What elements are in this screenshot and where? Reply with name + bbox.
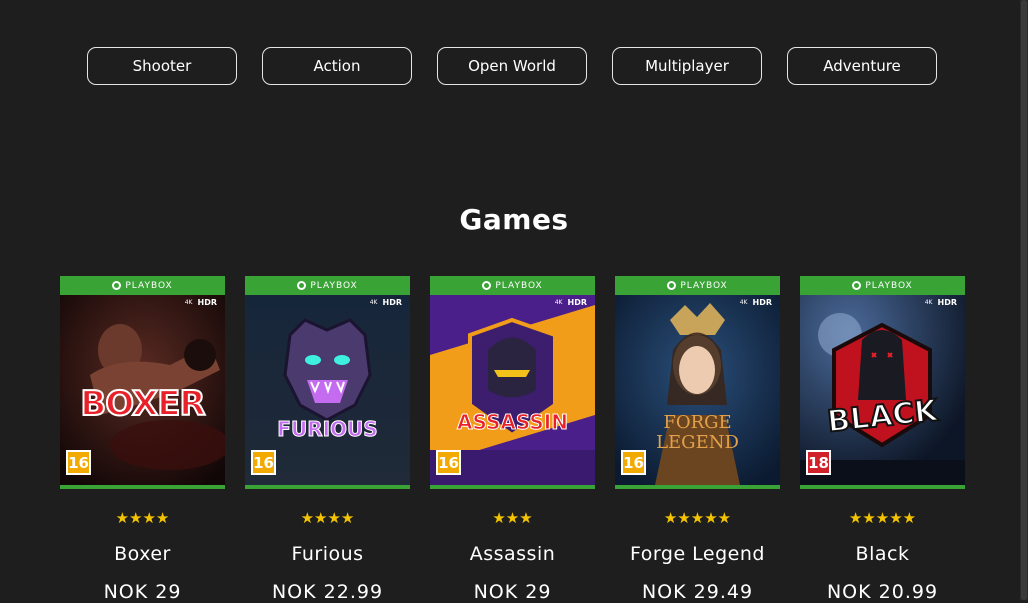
badge-hdr: HDR (752, 298, 773, 307)
game-title[interactable]: Forge Legend (630, 543, 765, 565)
badge-hdr: HDR (382, 298, 403, 307)
platform-label: PLAYBOX (495, 280, 543, 291)
badge-hdr: HDR (937, 298, 958, 307)
platform-logo-icon (482, 281, 492, 290)
badge-hdr: HDR (197, 298, 218, 307)
category-open-world-button[interactable]: Open World (437, 47, 587, 85)
category-multiplayer-button[interactable]: Multiplayer (612, 47, 762, 85)
category-adventure-button[interactable]: Adventure (787, 47, 937, 85)
platform-banner: PLAYBOX (800, 276, 965, 295)
game-title[interactable]: Boxer (114, 543, 171, 565)
platform-logo-icon (852, 281, 862, 290)
cover-title: FURIOUS (277, 417, 378, 442)
age-rating-badge: 16 (621, 450, 646, 475)
platform-banner: PLAYBOX (245, 276, 410, 295)
category-action-button[interactable]: Action (262, 47, 412, 85)
age-rating-badge: 16 (436, 450, 461, 475)
cover-badges: 4K HDR (185, 298, 217, 307)
category-shooter-button[interactable]: Shooter (87, 47, 237, 85)
cover-badges: 4K HDR (925, 298, 957, 307)
rating-stars: ★★★★ (300, 509, 355, 527)
badge-4k: 4K (924, 299, 933, 306)
game-cover[interactable]: PLAYBOX 4K HDR FURIOUS 16 (245, 276, 410, 489)
platform-banner: PLAYBOX (430, 276, 595, 295)
rating-stars: ★★★ (492, 509, 533, 527)
section-title: Games (459, 203, 569, 236)
game-card-black[interactable]: PLAYBOX 4K HDR BLACK 18 ★★★★★ Black NOK 2… (800, 276, 965, 603)
badge-4k: 4K (369, 299, 378, 306)
category-filter-bar: Shooter Action Open World Multiplayer Ad… (87, 47, 937, 85)
badge-4k: 4K (184, 299, 193, 306)
game-cover[interactable]: PLAYBOX 4K HDR FORGE LEGEND 16 (615, 276, 780, 489)
badge-4k: 4K (739, 299, 748, 306)
cover-badges: 4K HDR (370, 298, 402, 307)
platform-logo-icon (667, 281, 677, 290)
platform-logo-icon (297, 281, 307, 290)
game-card-forge-legend[interactable]: PLAYBOX 4K HDR FORGE LEGEND 16 ★★★★★ Forg… (615, 276, 780, 603)
rating-stars: ★★★★★ (663, 509, 732, 527)
platform-label: PLAYBOX (680, 280, 728, 291)
platform-banner: PLAYBOX (615, 276, 780, 295)
platform-label: PLAYBOX (310, 280, 358, 291)
game-card-boxer[interactable]: PLAYBOX 4K HDR BOXER 16 ★★★★ Boxer NOK 29 (60, 276, 225, 603)
cover-badges: 4K HDR (740, 298, 772, 307)
game-title[interactable]: Furious (291, 543, 363, 565)
game-card-assassin[interactable]: PLAYBOX 4K HDR ASSASSIN 16 ★★★ Assassin N… (430, 276, 595, 603)
platform-label: PLAYBOX (125, 280, 173, 291)
age-rating-badge: 18 (806, 450, 831, 475)
cover-title: ASSASSIN (457, 410, 569, 435)
game-title[interactable]: Black (856, 543, 910, 565)
platform-label: PLAYBOX (865, 280, 913, 291)
cover-badges: 4K HDR (555, 298, 587, 307)
scrollbar-thumb[interactable] (1021, 0, 1027, 600)
game-title[interactable]: Assassin (470, 543, 556, 565)
age-rating-badge: 16 (66, 450, 91, 475)
scrollbar[interactable] (1020, 0, 1028, 600)
cover-title: FORGE LEGEND (656, 412, 739, 453)
badge-4k: 4K (554, 299, 563, 306)
rating-stars: ★★★★ (115, 509, 170, 527)
game-cover[interactable]: PLAYBOX 4K HDR BOXER 16 (60, 276, 225, 489)
games-list: PLAYBOX 4K HDR BOXER 16 ★★★★ Boxer NOK 29… (60, 276, 965, 603)
game-cover[interactable]: PLAYBOX 4K HDR BLACK 18 (800, 276, 965, 489)
badge-hdr: HDR (567, 298, 588, 307)
game-card-furious[interactable]: PLAYBOX 4K HDR FURIOUS 16 ★★★★ Furious NO… (245, 276, 410, 603)
rating-stars: ★★★★★ (848, 509, 917, 527)
cover-title: BOXER (79, 383, 206, 425)
age-rating-badge: 16 (251, 450, 276, 475)
game-cover[interactable]: PLAYBOX 4K HDR ASSASSIN 16 (430, 276, 595, 489)
platform-banner: PLAYBOX (60, 276, 225, 295)
platform-logo-icon (112, 281, 122, 290)
